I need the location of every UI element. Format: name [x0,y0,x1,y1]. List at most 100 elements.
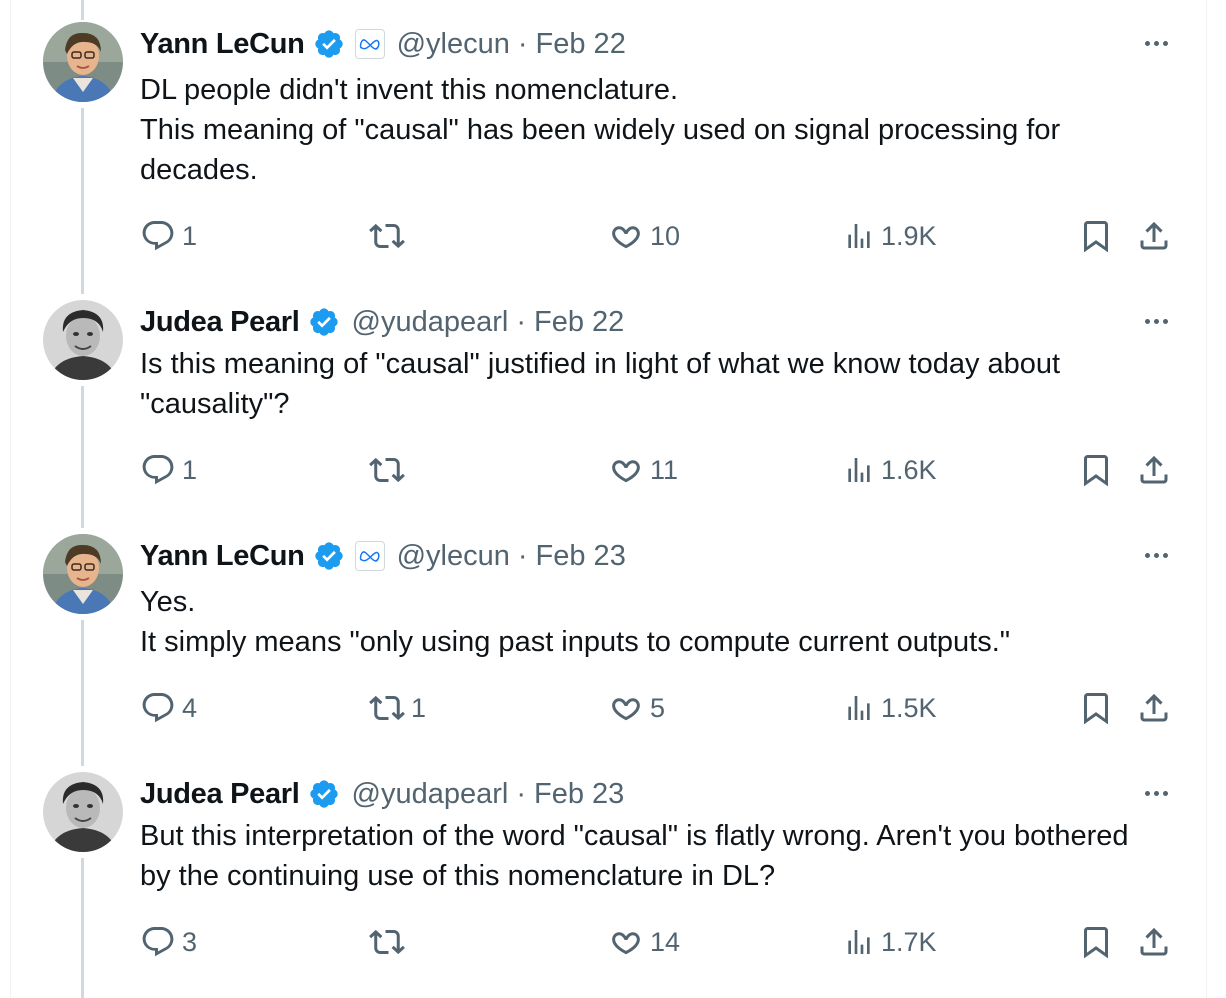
more-icon[interactable] [1138,306,1174,336]
tweet-date[interactable]: Feb 23 [536,536,626,576]
like-icon [612,932,640,955]
retweet-icon [369,457,405,483]
retweet-button[interactable] [369,450,411,490]
more-icon[interactable] [1138,778,1174,808]
tweet-text-line: Yes. [140,586,196,618]
avatar[interactable] [43,300,123,380]
reply-count: 1 [182,454,198,485]
tweet-text: Is this meaning of "causal" justified in… [140,344,1140,424]
views-icon [848,696,870,720]
views-count: 1.7K [881,926,937,957]
share-button[interactable] [1136,922,1172,962]
tweet-text: Yes. It simply means "only using past in… [140,582,1140,662]
bookmark-button[interactable] [1078,922,1114,962]
tweet-text-line: Is this meaning of "causal" justified in… [140,348,1061,420]
avatar-judea-image [43,772,123,852]
bookmark-button[interactable] [1078,450,1114,490]
header-separator: · [517,28,528,60]
tweet-header: Judea Pearl @yudapearl · Feb 22 [140,302,624,342]
meta-affiliate-icon[interactable] [354,29,385,59]
tweet[interactable]: Yann LeCun @ylecun · Feb 23 Yes. It simp… [0,534,1226,754]
reply-icon [142,455,174,485]
like-button[interactable]: 5 [608,688,665,728]
like-icon [612,698,640,721]
views-button[interactable]: 1.7K [843,922,937,962]
author-name[interactable]: Judea Pearl [140,302,300,342]
like-button[interactable]: 11 [608,450,678,490]
avatar-yann-image [43,22,123,102]
views-button[interactable]: 1.6K [843,450,937,490]
bookmark-button[interactable] [1078,688,1114,728]
views-icon [848,458,870,482]
reply-icon [142,221,174,251]
bookmark-button[interactable] [1078,216,1114,256]
meta-affiliate-icon[interactable] [354,541,385,571]
reply-button[interactable]: 3 [140,922,197,962]
tweet-text-line: This meaning of "causal" has been widely… [140,114,1061,186]
avatar[interactable] [43,22,123,102]
retweet-icon [369,929,405,955]
author-name[interactable]: Judea Pearl [140,774,300,814]
reply-count: 1 [182,220,198,251]
views-count: 1.6K [881,454,937,485]
reply-button[interactable]: 4 [140,688,197,728]
thread-connector [81,0,84,20]
verified-badge-icon [313,540,345,572]
like-icon [612,226,640,249]
like-button[interactable]: 14 [608,922,680,962]
verified-badge-icon [313,28,345,60]
views-icon [848,224,870,248]
more-icon[interactable] [1138,28,1174,58]
tweet-actions: 3 14 1.7K [140,922,1180,962]
views-button[interactable]: 1.5K [843,688,937,728]
author-name[interactable]: Yann LeCun [140,536,305,576]
share-icon [1140,221,1168,250]
author-name[interactable]: Yann LeCun [140,24,305,64]
like-icon [612,460,640,483]
retweet-button[interactable]: 1 [369,688,426,728]
reply-icon [142,927,174,957]
tweet-text-line: It simply means "only using past inputs … [140,626,1011,658]
tweet[interactable]: Judea Pearl @yudapearl · Feb 22 Is this … [0,300,1226,520]
tweet-date[interactable]: Feb 22 [536,24,626,64]
tweet-actions: 1 10 1.9K [140,216,1180,256]
retweet-button[interactable] [369,216,411,256]
views-button[interactable]: 1.9K [843,216,937,256]
avatar[interactable] [43,772,123,852]
more-icon[interactable] [1138,540,1174,570]
views-count: 1.5K [881,692,937,723]
reply-button[interactable]: 1 [140,216,197,256]
like-count: 10 [650,220,681,251]
share-button[interactable] [1136,450,1172,490]
reply-count: 3 [182,926,198,957]
author-handle[interactable]: @ylecun [397,24,510,64]
tweet-date[interactable]: Feb 23 [534,774,624,814]
author-handle[interactable]: @yudapearl [352,774,509,814]
share-icon [1140,693,1168,722]
reply-button[interactable]: 1 [140,450,197,490]
share-button[interactable] [1136,216,1172,256]
retweet-button[interactable] [369,922,411,962]
verified-badge-icon [308,778,340,810]
tweet-date[interactable]: Feb 22 [534,302,624,342]
bookmark-icon [1084,455,1108,487]
share-button[interactable] [1136,688,1172,728]
reply-icon [142,693,174,723]
tweet-text-line: But this interpretation of the word "cau… [140,820,1129,892]
author-handle[interactable]: @ylecun [397,536,510,576]
author-handle[interactable]: @yudapearl [352,302,509,342]
avatar[interactable] [43,534,123,614]
header-separator: · [517,540,528,572]
avatar-judea-image [43,300,123,380]
share-icon [1140,927,1168,956]
retweet-icon [369,223,405,249]
reply-count: 4 [182,692,198,723]
tweet-text: DL people didn't invent this nomenclatur… [140,70,1140,190]
like-count: 14 [650,926,681,957]
tweet[interactable]: Judea Pearl @yudapearl · Feb 23 But this… [0,772,1226,992]
retweet-count: 1 [411,692,427,723]
like-button[interactable]: 10 [608,216,680,256]
bookmark-icon [1084,221,1108,253]
tweet-header: Judea Pearl @yudapearl · Feb 23 [140,774,624,814]
tweet[interactable]: Yann LeCun @ylecun · Feb 22 DL people di… [0,22,1226,282]
